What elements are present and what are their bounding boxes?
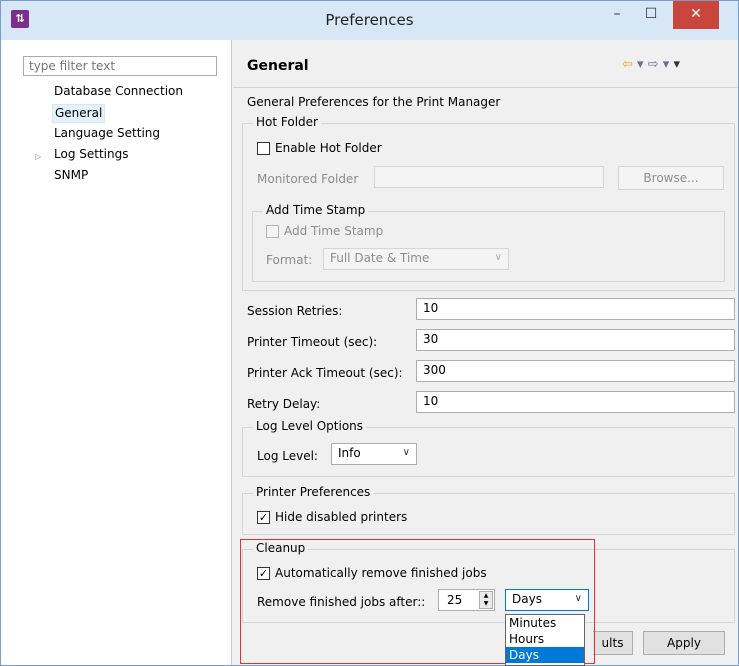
printer-preferences-title: Printer Preferences — [253, 485, 374, 499]
printer-timeout-label: Printer Timeout (sec): — [247, 335, 378, 349]
add-time-stamp-checkbox — [266, 225, 279, 238]
history-navigation: ⇦ ▾ ⇨ ▾ ▾ — [622, 57, 680, 72]
session-retries-label: Session Retries: — [247, 304, 343, 318]
monitored-folder-label: Monitored Folder — [257, 172, 359, 186]
enable-hot-folder-checkbox[interactable] — [257, 142, 270, 155]
page-description: General Preferences for the Print Manage… — [247, 95, 501, 109]
add-time-stamp-label: Add Time Stamp — [284, 224, 384, 238]
minimize-button[interactable]: – — [600, 1, 634, 29]
add-time-stamp-group — [252, 211, 725, 282]
maximize-button[interactable]: ☐ — [634, 1, 668, 29]
hot-folder-group-title: Hot Folder — [253, 115, 321, 129]
header-divider — [233, 87, 738, 88]
format-select-value: Full Date & Time — [330, 251, 430, 265]
retry-delay-field[interactable]: 10 — [416, 391, 735, 413]
browse-button: Browse... — [618, 166, 724, 190]
forward-arrow-icon[interactable]: ⇨ — [648, 57, 659, 72]
unit-dropdown-list[interactable]: Minutes Hours Days — [505, 614, 585, 666]
add-time-stamp-group-title: Add Time Stamp — [263, 203, 369, 217]
chevron-down-icon: ∨ — [402, 447, 410, 458]
log-level-options-title: Log Level Options — [253, 419, 367, 433]
printer-ack-timeout-field[interactable]: 300 — [416, 360, 735, 382]
printer-timeout-field[interactable]: 30 — [416, 329, 735, 351]
expand-arrow-icon[interactable]: ▷ — [35, 152, 41, 161]
log-level-select[interactable]: Info ∨ — [331, 443, 417, 465]
view-menu-chevron-icon[interactable]: ▾ — [673, 57, 680, 72]
forward-menu-chevron-icon[interactable]: ▾ — [663, 57, 670, 72]
printer-ack-timeout-label: Printer Ack Timeout (sec): — [247, 366, 403, 380]
chevron-down-icon: ∨ — [494, 252, 502, 263]
tree-item-database-connection[interactable]: Database Connection — [52, 83, 185, 100]
title-bar[interactable]: ⇅ Preferences – ☐ ✕ — [1, 1, 738, 40]
session-retries-field[interactable]: 10 — [416, 298, 735, 320]
restore-defaults-button[interactable]: ults — [593, 631, 633, 655]
format-select: Full Date & Time ∨ — [323, 248, 509, 270]
tree-item-snmp[interactable]: SNMP — [52, 167, 90, 184]
format-label: Format: — [266, 253, 313, 267]
tree-item-log-settings[interactable]: Log Settings — [52, 146, 130, 163]
enable-hot-folder-label: Enable Hot Folder — [275, 141, 382, 155]
log-level-label: Log Level: — [257, 449, 318, 463]
retry-delay-label: Retry Delay: — [247, 397, 321, 411]
preference-tree-pane: Database Connection General Language Set… — [1, 40, 232, 665]
preferences-window: ⇅ Preferences – ☐ ✕ Database Connection … — [0, 0, 739, 666]
log-level-select-value: Info — [338, 446, 361, 460]
hide-disabled-printers-checkbox[interactable]: ✓ — [257, 511, 270, 524]
dropdown-option-days[interactable]: Days — [506, 647, 584, 663]
close-button[interactable]: ✕ — [673, 1, 719, 29]
dropdown-option-minutes[interactable]: Minutes — [506, 615, 584, 631]
back-arrow-icon[interactable]: ⇦ — [622, 57, 633, 72]
filter-input[interactable] — [23, 56, 217, 76]
tree-item-general[interactable]: General — [52, 104, 106, 123]
monitored-folder-field — [374, 166, 604, 188]
restore-defaults-label-partial: ults — [601, 636, 624, 650]
tree-item-language-setting[interactable]: Language Setting — [52, 125, 162, 142]
page-title: General — [247, 58, 309, 74]
apply-button[interactable]: Apply — [643, 631, 725, 655]
dropdown-option-hours[interactable]: Hours — [506, 631, 584, 647]
back-menu-chevron-icon[interactable]: ▾ — [637, 57, 644, 72]
hide-disabled-printers-label: Hide disabled printers — [275, 510, 408, 524]
